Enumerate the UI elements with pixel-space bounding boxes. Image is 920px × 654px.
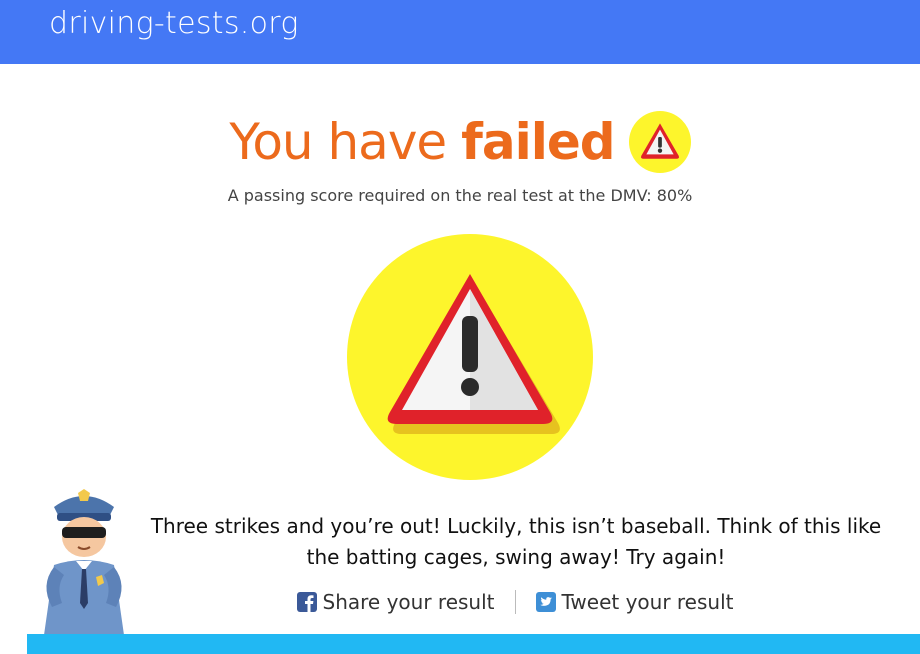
share-twitter-label: Tweet your result xyxy=(561,590,734,614)
result-title-row: You have failed xyxy=(0,110,920,174)
share-twitter-link[interactable]: Tweet your result xyxy=(535,590,734,614)
bottom-accent-bar xyxy=(27,634,920,654)
share-divider xyxy=(514,590,516,614)
site-logo[interactable]: driving-tests.org xyxy=(49,6,299,41)
top-header-bar: driving-tests.org xyxy=(0,0,920,64)
twitter-icon xyxy=(535,592,556,612)
share-facebook-link[interactable]: Share your result xyxy=(296,590,495,614)
passing-score-note: A passing score required on the real tes… xyxy=(227,186,693,205)
result-message: Three strikes and you’re out! Luckily, t… xyxy=(150,514,882,569)
facebook-icon xyxy=(296,592,317,612)
share-row: Share your result Tweet your result xyxy=(0,590,920,614)
police-officer-mascot xyxy=(44,489,124,635)
warning-small-icon xyxy=(628,111,691,173)
title-emphasis: failed xyxy=(461,113,615,171)
warning-triangle-icon xyxy=(347,234,593,480)
result-title: You have failed xyxy=(229,113,615,171)
share-facebook-label: Share your result xyxy=(322,590,495,614)
title-prefix: You have xyxy=(229,113,462,171)
